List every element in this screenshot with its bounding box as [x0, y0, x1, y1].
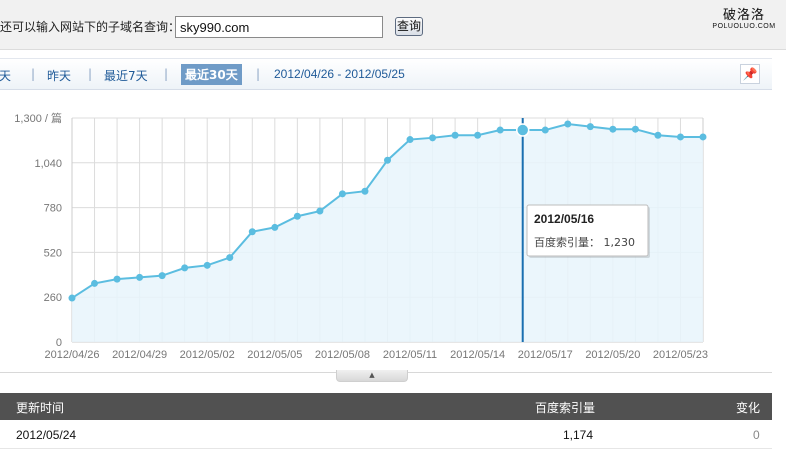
- x-tick-label: 2012/05/08: [315, 349, 370, 361]
- data-point[interactable]: [136, 273, 144, 281]
- y-tick-label: 260: [44, 292, 62, 304]
- data-point[interactable]: [361, 187, 369, 195]
- data-point[interactable]: [541, 126, 549, 134]
- triangle-up-icon: ▲: [369, 371, 375, 379]
- search-label: 还可以输入网站下的子域名查询：: [0, 20, 181, 34]
- data-point[interactable]: [248, 228, 256, 236]
- data-point[interactable]: [338, 190, 346, 198]
- data-point[interactable]: [699, 133, 707, 141]
- search-button[interactable]: 查询: [395, 17, 423, 36]
- brand-domain: POLUOLUO.COM: [712, 23, 776, 30]
- x-tick-label: 2012/04/29: [112, 349, 167, 361]
- cell-change: 0: [753, 428, 760, 442]
- data-point[interactable]: [676, 133, 684, 141]
- x-tick-label: 2012/05/14: [450, 349, 505, 361]
- x-tick-label: 2012/05/05: [247, 349, 302, 361]
- chart-svg: 0 260 520 780 1,040 1,300 / 篇 2012/04/26 2012/0…: [14, 111, 708, 361]
- data-point[interactable]: [316, 207, 324, 215]
- header-update-time: 更新时间: [16, 401, 65, 415]
- data-point[interactable]: [384, 156, 391, 164]
- domain-search-input[interactable]: [175, 16, 383, 38]
- data-point[interactable]: [451, 131, 459, 139]
- data-point[interactable]: [609, 125, 617, 133]
- header-index-count: 百度索引量: [535, 401, 596, 415]
- cell-date: 2012/05/24: [16, 428, 77, 442]
- data-point[interactable]: [181, 264, 189, 272]
- index-trend-chart[interactable]: 0 260 520 780 1,040 1,300 / 篇 2012/04/26 2012/0…: [0, 108, 786, 370]
- pin-button[interactable]: 📌: [740, 64, 760, 84]
- data-point[interactable]: [564, 120, 572, 128]
- tab-last-30-days[interactable]: 最近30天: [181, 64, 242, 85]
- y-tick-label: 0: [56, 337, 62, 349]
- table-row: 2012/05/24 1,174 0: [0, 421, 772, 449]
- data-point[interactable]: [631, 125, 639, 133]
- x-tick-label: 2012/05/02: [180, 349, 235, 361]
- data-point[interactable]: [654, 131, 662, 139]
- tab-separator: |: [164, 67, 169, 81]
- data-point[interactable]: [496, 126, 504, 134]
- tab-today[interactable]: 天: [0, 67, 11, 84]
- search-bar: 还可以输入网站下的子域名查询： 查询 破洛洛 POLUOLUO.COM: [0, 0, 786, 50]
- data-point[interactable]: [91, 279, 99, 287]
- date-range-tabs: 天 | 昨天 | 最近7天 | 最近30天 | 2012/04/26 - 201…: [0, 58, 772, 90]
- y-tick-label: 1,300 / 篇: [14, 111, 62, 125]
- data-point[interactable]: [203, 261, 211, 269]
- tooltip-date: 2012/05/16: [534, 212, 594, 226]
- pin-icon: 📌: [742, 67, 758, 81]
- x-tick-label: 2012/05/20: [585, 349, 640, 361]
- tab-last-7-days[interactable]: 最近7天: [104, 67, 148, 84]
- data-point[interactable]: [474, 131, 482, 139]
- data-point[interactable]: [158, 272, 166, 280]
- data-point[interactable]: [113, 275, 121, 283]
- data-point[interactable]: [406, 136, 414, 144]
- data-point-highlighted[interactable]: [515, 123, 530, 137]
- data-point[interactable]: [226, 254, 234, 262]
- tooltip-value: 百度索引量： 1,230: [534, 235, 635, 249]
- cell-count: 1,174: [563, 428, 594, 442]
- y-tick-label: 1,040: [34, 158, 62, 170]
- x-tick-label: 2012/04/26: [44, 349, 99, 361]
- brand-name: 破洛洛: [722, 8, 765, 23]
- data-point[interactable]: [293, 212, 301, 220]
- data-point[interactable]: [68, 294, 76, 302]
- collapse-chart-handle[interactable]: ▲: [336, 370, 408, 382]
- x-tick-label: 2012/05/23: [653, 349, 708, 361]
- data-point[interactable]: [429, 134, 437, 142]
- header-change: 变化: [736, 401, 761, 415]
- data-point[interactable]: [271, 223, 279, 231]
- brand-logo[interactable]: 破洛洛 POLUOLUO.COM: [705, 8, 783, 31]
- y-tick-label: 520: [44, 247, 62, 259]
- tab-yesterday[interactable]: 昨天: [47, 67, 71, 84]
- x-tick-label: 2012/05/17: [518, 349, 573, 361]
- tab-separator: |: [256, 67, 261, 81]
- date-range-text[interactable]: 2012/04/26 - 2012/05/25: [274, 67, 405, 81]
- table-header: 更新时间 百度索引量 变化: [0, 393, 772, 420]
- tab-separator: |: [88, 67, 93, 81]
- data-point[interactable]: [586, 123, 594, 131]
- y-tick-label: 780: [44, 203, 62, 215]
- tab-separator: |: [31, 67, 36, 81]
- x-tick-label: 2012/05/11: [383, 349, 437, 361]
